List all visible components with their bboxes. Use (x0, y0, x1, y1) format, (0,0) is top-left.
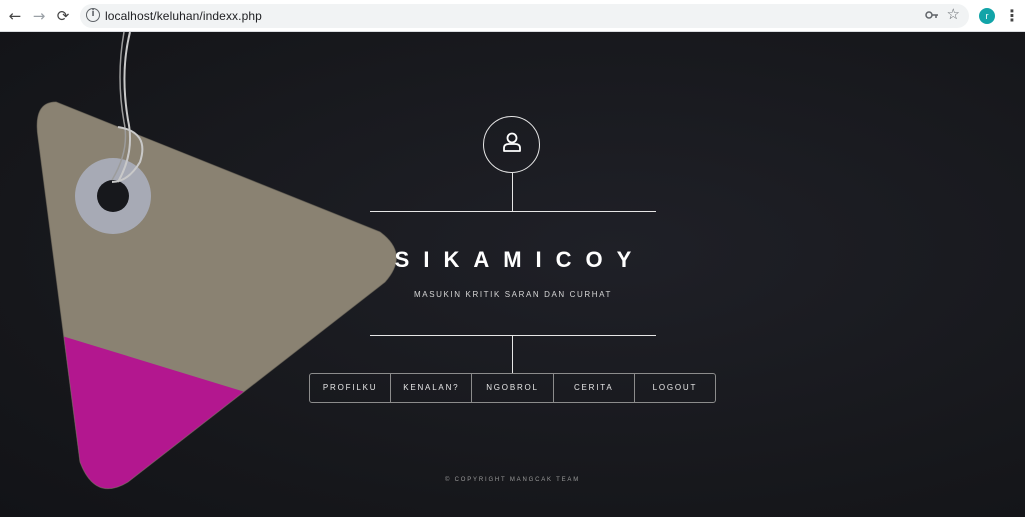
forward-arrow-icon[interactable]: → (28, 5, 50, 27)
browser-toolbar: ← → ⟳ i localhost/keluhan/indexx.php ☆ r… (0, 0, 1025, 32)
divider-bottom (370, 335, 656, 336)
nav-item-cerita[interactable]: CERITA (554, 374, 635, 402)
tag-background-image (36, 32, 397, 490)
divider-top (370, 211, 656, 212)
browser-menu-icon[interactable]: ⋮ (1004, 6, 1020, 26)
star-icon[interactable]: ☆ (947, 5, 960, 23)
reload-icon[interactable]: ⟳ (52, 5, 74, 27)
back-arrow-icon[interactable]: ← (4, 5, 26, 27)
user-icon (501, 131, 523, 158)
copyright-text: © COPYRIGHT MANGCAK TEAM (444, 477, 581, 483)
profile-avatar[interactable]: r (979, 8, 995, 24)
address-bar[interactable]: i localhost/keluhan/indexx.php ☆ (80, 4, 969, 28)
key-icon[interactable] (925, 8, 939, 27)
url-text[interactable]: localhost/keluhan/indexx.php (105, 9, 262, 23)
nav-item-kenalan[interactable]: KENALAN? (391, 374, 473, 402)
nav-item-logout[interactable]: LOGOUT (635, 374, 715, 402)
info-icon[interactable]: i (86, 8, 100, 22)
nav-item-profilku[interactable]: PROFILKU (310, 374, 392, 402)
avatar[interactable] (483, 116, 540, 173)
site-subtitle: MASUKIN KRITIK SARAN DAN CURHAT (414, 290, 612, 299)
main-nav: PROFILKU KENALAN? NGOBROL CERITA LOGOUT (309, 373, 716, 403)
page-viewport: SIKAMICOY MASUKIN KRITIK SARAN DAN CURHA… (0, 32, 1025, 517)
connector-line-top (512, 173, 513, 211)
connector-line-bottom (512, 335, 513, 373)
site-title: SIKAMICOY (394, 247, 646, 272)
nav-item-ngobrol[interactable]: NGOBROL (472, 374, 554, 402)
